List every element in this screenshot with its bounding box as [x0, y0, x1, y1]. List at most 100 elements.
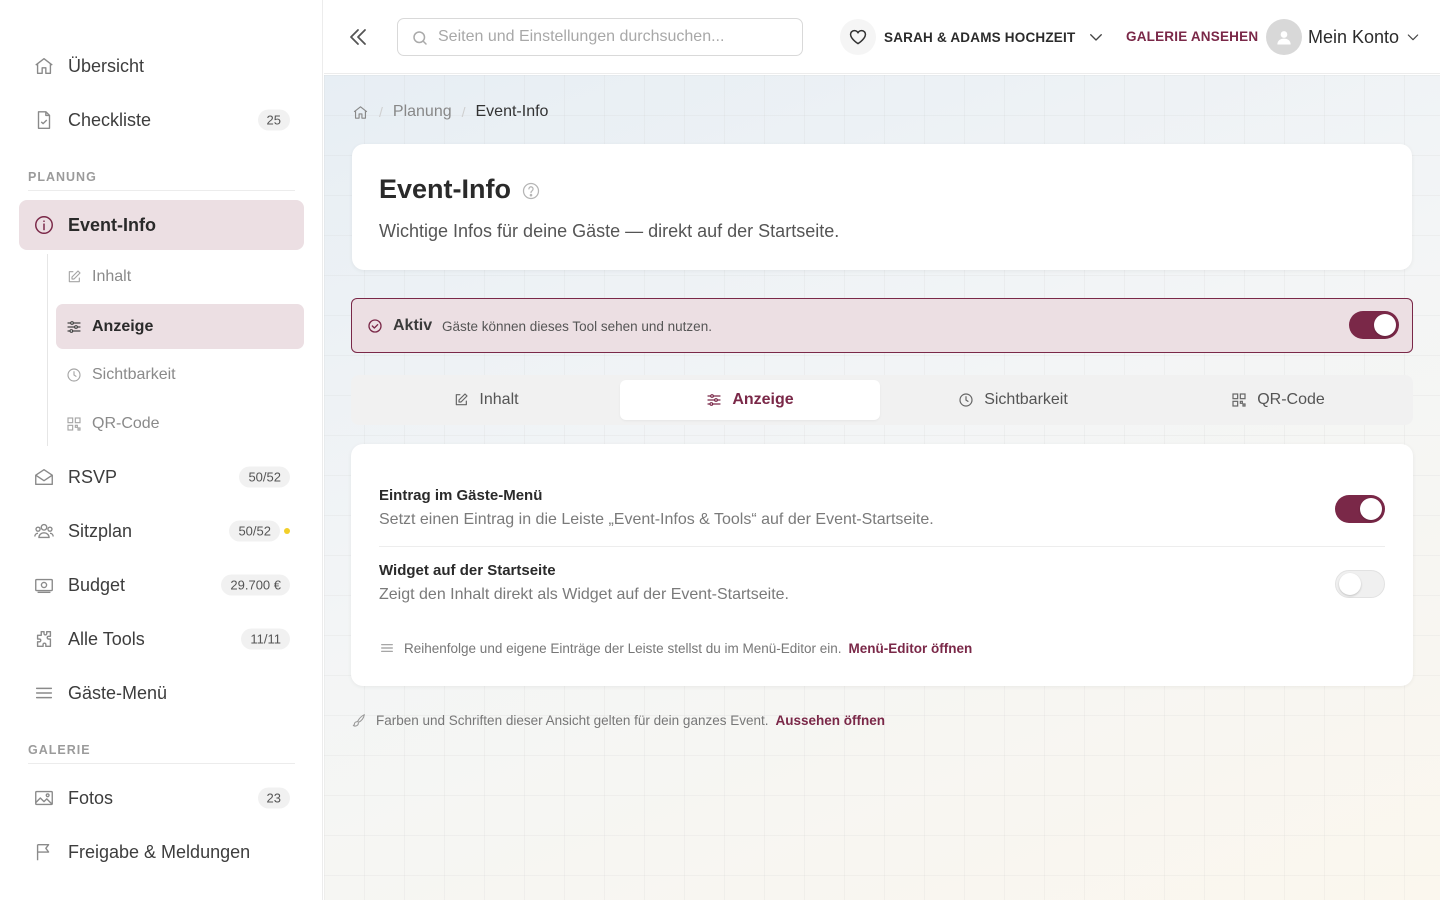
status-description: Gäste können dieses Tool sehen und nutze… — [442, 319, 712, 334]
account-menu[interactable]: Mein Konto — [1266, 18, 1421, 56]
sidebar-item-uebersicht[interactable]: Übersicht — [19, 41, 304, 91]
sidebar-item-label: RSVP — [68, 466, 118, 487]
guest-menu-entry-toggle[interactable] — [1335, 495, 1385, 523]
edit-icon — [66, 269, 82, 285]
submenu-guide-line — [47, 254, 48, 446]
startpage-widget-toggle[interactable] — [1335, 570, 1385, 598]
collapse-sidebar-button[interactable] — [346, 25, 370, 49]
sidebar-item-label: Budget — [68, 574, 126, 595]
hint-text: Farben und Schriften dieser Ansicht gelt… — [376, 712, 769, 728]
section-label-galerie: GALERIE — [28, 743, 91, 757]
event-name: SARAH & ADAMS HOCHZEIT — [884, 29, 1076, 45]
count-badge: 50/52 — [239, 466, 290, 488]
tab-bar: Inhalt Anzeige Sichtbarkeit QR-Code — [351, 375, 1413, 425]
toggle-knob — [1339, 573, 1361, 595]
sidebar-item-rsvp[interactable]: RSVP 50/52 — [19, 452, 304, 502]
setting-title: Widget auf der Startseite — [379, 562, 556, 579]
checklist-icon — [33, 109, 55, 131]
sidebar-item-budget[interactable]: Budget 29.700 € — [19, 560, 304, 610]
breadcrumb-separator: / — [379, 104, 383, 120]
breadcrumb-separator: / — [461, 104, 466, 120]
tab-label: Anzeige — [732, 391, 794, 408]
count-badge: 29.700 € — [221, 574, 290, 596]
sidebar-subitem-label: Inhalt — [92, 267, 132, 285]
setting-description: Zeigt den Inhalt direkt als Widget auf d… — [379, 586, 789, 603]
qr-icon — [1231, 392, 1247, 408]
account-label: Mein Konto — [1308, 26, 1400, 47]
topbar: SARAH & ADAMS HOCHZEIT GALERIE ANSEHEN M… — [324, 0, 1440, 74]
tab-sichtbarkeit[interactable]: Sichtbarkeit — [883, 380, 1143, 420]
sliders-icon — [706, 392, 722, 408]
sidebar-item-label: Freigabe & Meldungen — [68, 841, 251, 862]
sidebar-item-checkliste[interactable]: Checkliste 25 — [19, 95, 304, 145]
tab-anzeige[interactable]: Anzeige — [620, 380, 880, 420]
toggle-knob — [1374, 314, 1396, 336]
sidebar-subitem-label: Sichtbarkeit — [92, 365, 176, 383]
clock-icon — [66, 367, 82, 383]
puzzle-icon — [33, 628, 55, 650]
people-icon — [33, 520, 55, 542]
sidebar-subitem-label: QR-Code — [92, 414, 160, 432]
sidebar-item-gaeste-menu[interactable]: Gäste-Menü — [19, 668, 304, 718]
envelope-icon — [33, 466, 55, 488]
double-chevron-left-icon — [350, 29, 366, 45]
tab-qr-code[interactable]: QR-Code — [1148, 380, 1408, 420]
chevron-down-icon — [1087, 28, 1105, 46]
count-badge: 11/11 — [241, 628, 290, 650]
tab-label: Inhalt — [479, 391, 519, 408]
chevron-down-icon — [1405, 29, 1421, 45]
sidebar-item-label: Übersicht — [68, 55, 145, 76]
open-menu-editor-link[interactable]: Menü-Editor öffnen — [849, 641, 973, 656]
sidebar-subitem-label: Anzeige — [92, 317, 154, 335]
sidebar-item-label: Checkliste — [68, 109, 152, 130]
view-gallery-link[interactable]: GALERIE ANSEHEN — [1126, 29, 1258, 44]
tab-label: QR-Code — [1257, 391, 1325, 408]
main-content: / Planung / Event-Info Event-Info Wichti… — [324, 75, 1440, 900]
check-circle-icon — [367, 318, 383, 334]
sliders-icon — [66, 319, 82, 335]
sidebar-item-fotos[interactable]: Fotos 23 — [19, 773, 304, 823]
qr-icon — [66, 416, 82, 432]
sidebar-item-label: Fotos — [68, 787, 114, 808]
breadcrumb-current: Event-Info — [475, 103, 549, 120]
home-icon[interactable] — [352, 104, 369, 121]
divider — [379, 546, 1385, 547]
menu-icon — [33, 682, 55, 704]
count-badge: 25 — [257, 109, 290, 131]
sidebar-subitem-inhalt[interactable]: Inhalt — [56, 254, 304, 299]
sidebar-item-label: Event-Info — [68, 214, 156, 235]
sidebar-item-freigabe[interactable]: Freigabe & Meldungen — [19, 827, 304, 877]
sidebar-item-label: Gäste-Menü — [68, 682, 168, 703]
tab-label: Sichtbarkeit — [984, 391, 1068, 408]
page-header-card: Event-Info Wichtige Infos für deine Gäst… — [352, 144, 1412, 270]
clock-icon — [958, 392, 974, 408]
image-icon — [33, 787, 55, 809]
event-selector[interactable]: SARAH & ADAMS HOCHZEIT — [840, 19, 1105, 55]
home-icon — [33, 55, 55, 77]
active-toggle[interactable] — [1349, 311, 1399, 339]
info-icon — [33, 214, 55, 236]
section-divider — [28, 763, 295, 764]
sidebar-subitem-qr-code[interactable]: QR-Code — [56, 401, 304, 446]
section-label-planung: PLANUNG — [28, 170, 97, 184]
sidebar-item-event-info[interactable]: Event-Info — [19, 200, 304, 250]
toggle-knob — [1360, 498, 1382, 520]
notification-dot — [284, 528, 290, 534]
setting-title: Eintrag im Gäste-Menü — [379, 487, 543, 504]
count-badge: 50/52 — [229, 520, 280, 542]
hint-text: Reihenfolge und eigene Einträge der Leis… — [404, 640, 842, 656]
sidebar-item-alle-tools[interactable]: Alle Tools 11/11 — [19, 614, 304, 664]
flag-icon — [33, 841, 55, 863]
breadcrumb-parent[interactable]: Planung — [393, 103, 452, 121]
help-icon[interactable] — [521, 181, 541, 201]
sidebar-subitem-sichtbarkeit[interactable]: Sichtbarkeit — [56, 352, 304, 397]
edit-icon — [453, 392, 469, 408]
page-subtitle: Wichtige Infos für deine Gäste — direkt … — [379, 221, 840, 241]
sidebar-item-sitzplan[interactable]: Sitzplan 50/52 — [19, 506, 304, 556]
menu-editor-hint: Reihenfolge und eigene Einträge der Leis… — [379, 640, 972, 656]
search-input[interactable] — [438, 19, 793, 55]
money-icon — [33, 574, 55, 596]
tab-inhalt[interactable]: Inhalt — [356, 380, 616, 420]
sidebar-subitem-anzeige[interactable]: Anzeige — [56, 304, 304, 349]
open-appearance-link[interactable]: Aussehen öffnen — [776, 713, 886, 728]
